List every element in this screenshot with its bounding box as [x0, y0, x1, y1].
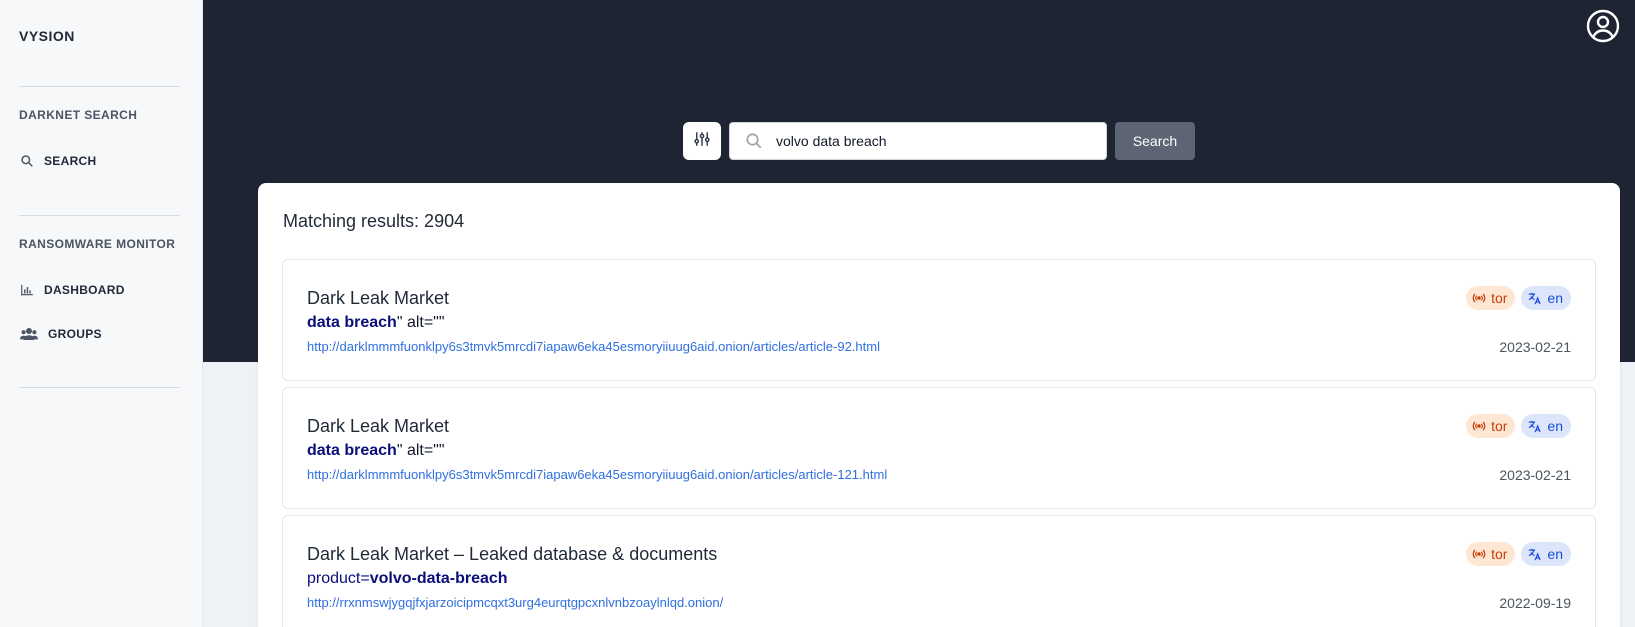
language-badge: en [1521, 414, 1571, 438]
language-label: en [1547, 290, 1563, 306]
network-badge: tor [1466, 286, 1516, 310]
snippet-suffix: " alt="" [396, 314, 445, 331]
snippet-highlight: volvo-data-breach [369, 570, 508, 587]
chart-icon [19, 282, 35, 298]
broadcast-icon [1472, 549, 1486, 559]
sidebar-divider [19, 387, 180, 388]
translate-icon [1529, 292, 1542, 304]
network-label: tor [1491, 546, 1508, 562]
sidebar: VYSION DARKNET SEARCH SEARCH RANSOMWARE … [0, 0, 203, 627]
result-date: 2023-02-21 [1499, 339, 1571, 355]
result-badges: tor en [1466, 414, 1571, 438]
network-badge: tor [1466, 542, 1516, 566]
translate-icon [1529, 420, 1542, 432]
sidebar-divider [19, 215, 180, 216]
result-url[interactable]: http://darklmmmfuonklpy6s3tmvk5mrcdi7iap… [307, 467, 887, 482]
sliders-icon [693, 130, 711, 153]
network-label: tor [1491, 418, 1508, 434]
search-icon [744, 131, 764, 151]
translate-icon [1529, 548, 1542, 560]
result-title[interactable]: Dark Leak Market [307, 288, 449, 309]
search-icon [19, 153, 35, 169]
result-item[interactable]: Dark Leak Market data breach" alt="" htt… [282, 387, 1596, 509]
sidebar-item-label: DASHBOARD [44, 283, 125, 297]
result-snippet: data breach" alt="" [307, 442, 445, 460]
snippet-suffix: " alt="" [396, 442, 445, 459]
network-badge: tor [1466, 414, 1516, 438]
language-label: en [1547, 546, 1563, 562]
search-field[interactable] [729, 122, 1107, 160]
result-badges: tor en [1466, 286, 1571, 310]
result-item[interactable]: Dark Leak Market – Leaked database & doc… [282, 515, 1596, 627]
language-badge: en [1521, 286, 1571, 310]
sidebar-item-groups[interactable]: GROUPS [19, 324, 102, 344]
sidebar-divider [19, 86, 180, 87]
broadcast-icon [1472, 293, 1486, 303]
snippet-highlight: data breach [307, 442, 397, 459]
result-url[interactable]: http://darklmmmfuonklpy6s3tmvk5mrcdi7iap… [307, 339, 880, 354]
result-item[interactable]: Dark Leak Market data breach" alt="" htt… [282, 259, 1596, 381]
filter-button[interactable] [683, 122, 721, 160]
language-badge: en [1521, 542, 1571, 566]
result-url[interactable]: http://rrxnmswjygqjfxjarzoicipmcqxt3urg4… [307, 595, 723, 610]
results-count: Matching results: 2904 [283, 211, 465, 231]
user-circle-icon[interactable] [1585, 8, 1621, 44]
results-card: Matching results: 2904 Dark Leak Market … [258, 183, 1620, 627]
users-icon [19, 326, 39, 342]
snippet-highlight: data breach [307, 314, 397, 331]
section-title-ransomware-monitor: RANSOMWARE MONITOR [19, 237, 176, 251]
broadcast-icon [1472, 421, 1486, 431]
section-title-darknet-search: DARKNET SEARCH [19, 108, 138, 122]
search-button[interactable]: Search [1115, 122, 1195, 160]
sidebar-item-label: GROUPS [48, 327, 102, 341]
result-snippet: data breach" alt="" [307, 314, 445, 332]
result-date: 2022-09-19 [1499, 595, 1571, 611]
sidebar-item-search[interactable]: SEARCH [19, 151, 96, 171]
result-date: 2023-02-21 [1499, 467, 1571, 483]
language-label: en [1547, 418, 1563, 434]
snippet-prefix: product= [307, 570, 370, 587]
result-snippet: product=volvo-data-breach [307, 570, 508, 588]
search-input[interactable] [776, 133, 1096, 149]
result-title[interactable]: Dark Leak Market – Leaked database & doc… [307, 544, 717, 565]
result-badges: tor en [1466, 542, 1571, 566]
sidebar-item-dashboard[interactable]: DASHBOARD [19, 280, 125, 300]
network-label: tor [1491, 290, 1508, 306]
result-title[interactable]: Dark Leak Market [307, 416, 449, 437]
brand-logo[interactable]: VYSION [19, 28, 75, 44]
sidebar-item-label: SEARCH [44, 154, 97, 168]
